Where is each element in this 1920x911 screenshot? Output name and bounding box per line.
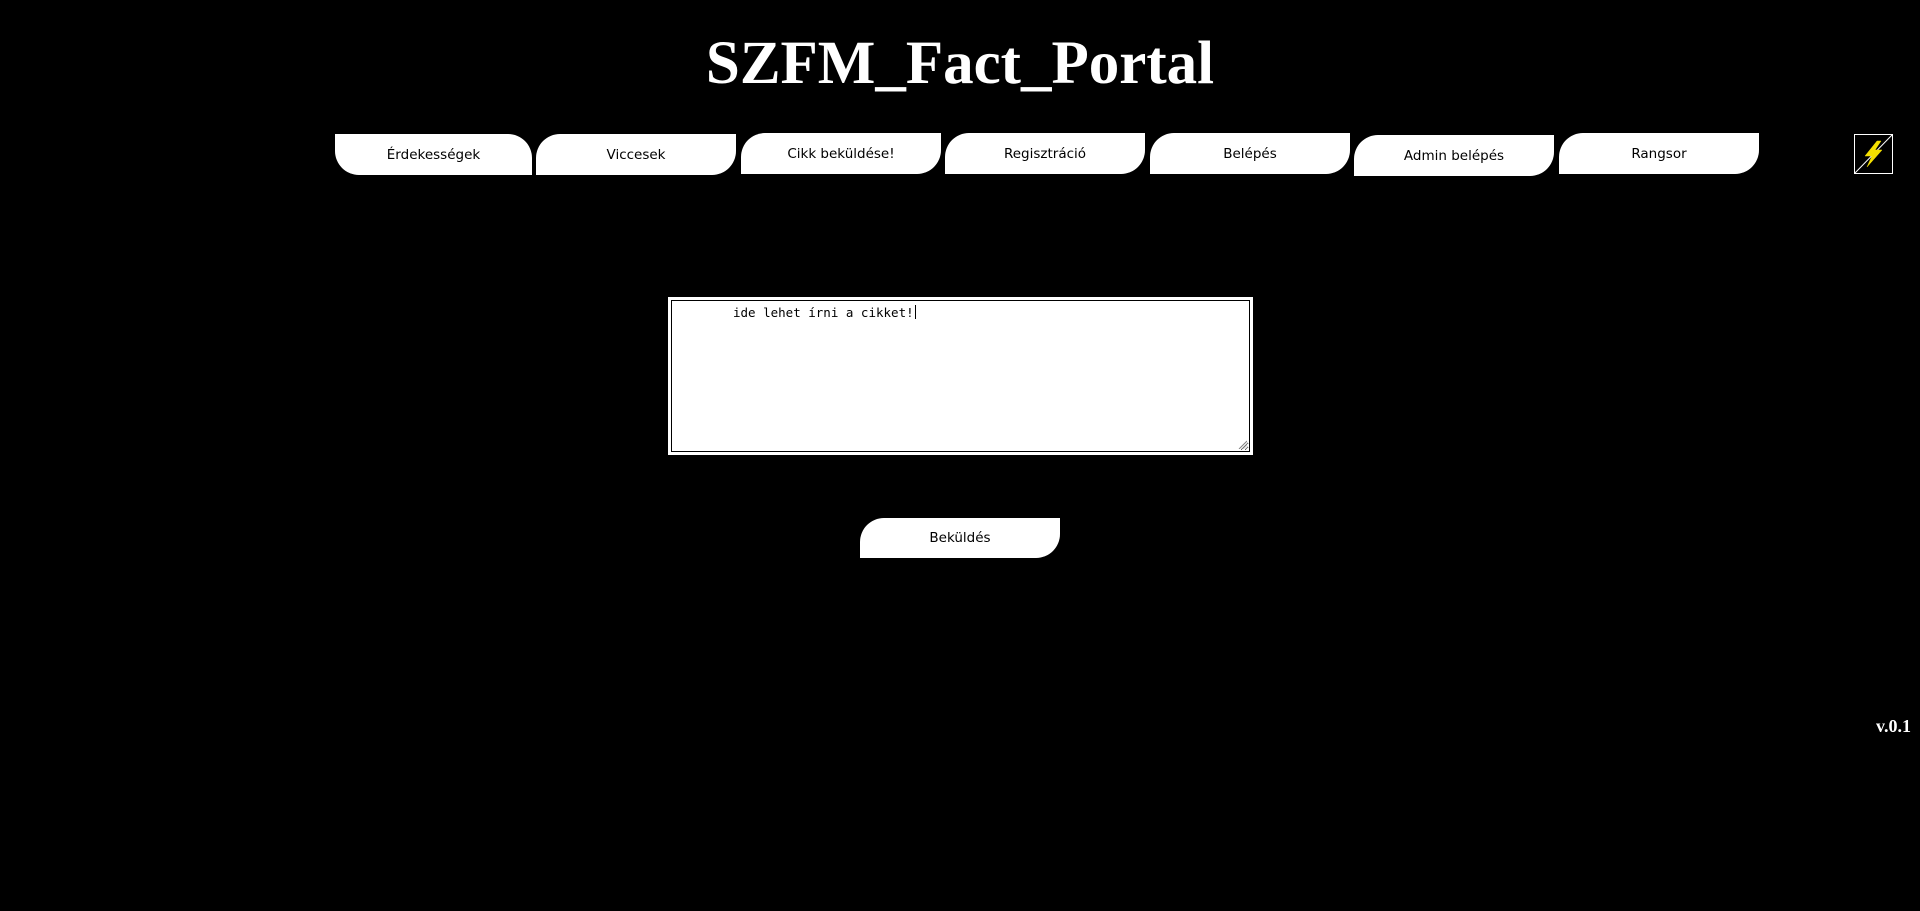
- nav-item-belepes[interactable]: Belépés: [1150, 133, 1350, 174]
- nav-item-erdekessegek[interactable]: Érdekességek: [335, 134, 532, 175]
- article-editor: ide lehet írni a cikket!: [668, 297, 1253, 455]
- site-logo[interactable]: [1854, 134, 1893, 174]
- nav-item-regisztracio[interactable]: Regisztráció: [945, 133, 1145, 174]
- nav-item-label: Viccesek: [606, 146, 666, 163]
- nav-item-label: Admin belépés: [1403, 147, 1505, 164]
- version-label: v.0.1: [1875, 716, 1911, 736]
- nav-item-label: Érdekességek: [386, 146, 481, 163]
- page: SZFM_Fact_Portal Érdekességek Viccesek C…: [0, 0, 1920, 911]
- nav-item-rangsor[interactable]: Rangsor: [1559, 133, 1759, 174]
- nav-item-cikk-bekuldese[interactable]: Cikk beküldése!: [741, 133, 941, 174]
- nav-item-label: Rangsor: [1631, 145, 1687, 162]
- nav-item-admin-belepes[interactable]: Admin belépés: [1354, 135, 1554, 176]
- resize-handle-icon[interactable]: [1238, 440, 1247, 449]
- site-title: SZFM_Fact_Portal: [705, 30, 1215, 97]
- nav-item-label: Cikk beküldése!: [787, 145, 895, 162]
- submit-button[interactable]: Beküldés: [860, 518, 1060, 558]
- text-caret: [914, 305, 916, 319]
- article-textarea[interactable]: ide lehet írni a cikket!: [670, 299, 1251, 453]
- nav-item-label: Belépés: [1223, 145, 1277, 162]
- lightning-logo-icon: [1854, 134, 1893, 174]
- article-textarea-value: ide lehet írni a cikket!: [733, 305, 914, 320]
- nav-item-viccesek[interactable]: Viccesek: [536, 134, 736, 175]
- nav-item-label: Regisztráció: [1003, 145, 1087, 162]
